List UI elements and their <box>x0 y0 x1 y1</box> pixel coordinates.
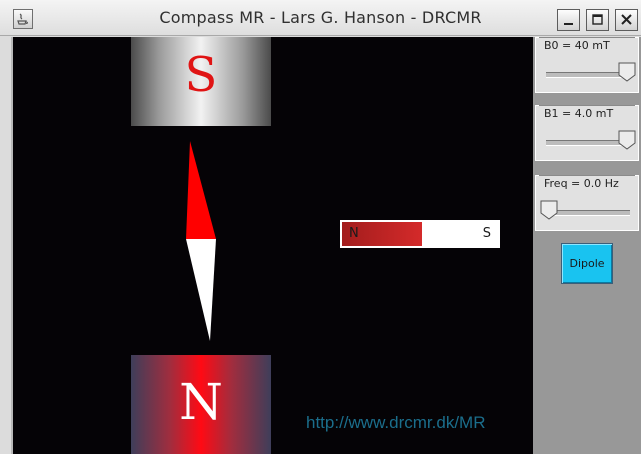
freq-control-group: Freq = 0.0 Hz <box>535 175 639 231</box>
close-icon <box>621 14 632 25</box>
south-pole-label: S <box>184 47 218 103</box>
control-panel: B0 = 40 mT B1 = 4.0 mT Freq = 0.0 Hz Dip… <box>533 37 641 454</box>
compass-needle-south <box>186 239 216 341</box>
simulation-canvas[interactable]: S N S N http://www.drcmr.dk/MR <box>13 37 533 454</box>
freq-slider-track[interactable] <box>546 210 630 216</box>
b1-control-group: B1 = 4.0 mT <box>535 105 639 161</box>
bar-magnet[interactable]: N S <box>340 220 500 248</box>
south-pole-magnet: S <box>131 37 271 126</box>
bar-magnet-south-label: S <box>482 226 491 241</box>
north-pole-label: N <box>179 373 223 431</box>
bar-magnet-north-label: N <box>349 226 359 241</box>
maximize-icon <box>592 14 603 25</box>
title-bar[interactable]: Compass MR - Lars G. Hanson - DRCMR <box>0 0 641 36</box>
b1-label: B1 = 4.0 mT <box>542 107 616 120</box>
minimize-button[interactable] <box>557 9 580 31</box>
north-pole-magnet: N <box>131 355 271 454</box>
freq-slider-thumb[interactable] <box>540 200 558 220</box>
b0-label: B0 = 40 mT <box>542 39 612 52</box>
b0-slider-thumb[interactable] <box>618 62 636 82</box>
dipole-button[interactable]: Dipole <box>561 243 613 284</box>
app-window: Compass MR - Lars G. Hanson - DRCMR S N … <box>0 0 641 460</box>
minimize-icon <box>564 23 573 25</box>
freq-label: Freq = 0.0 Hz <box>542 177 621 190</box>
maximize-button[interactable] <box>586 9 609 31</box>
window-title: Compass MR - Lars G. Hanson - DRCMR <box>159 8 482 27</box>
window-bottom-edge <box>0 454 641 460</box>
b1-slider-thumb[interactable] <box>618 130 636 150</box>
compass-needle-north <box>186 141 216 239</box>
close-button[interactable] <box>615 9 638 31</box>
website-url: http://www.drcmr.dk/MR <box>306 413 486 432</box>
compass-needle[interactable] <box>183 141 219 341</box>
b0-control-group: B0 = 40 mT <box>535 37 639 93</box>
